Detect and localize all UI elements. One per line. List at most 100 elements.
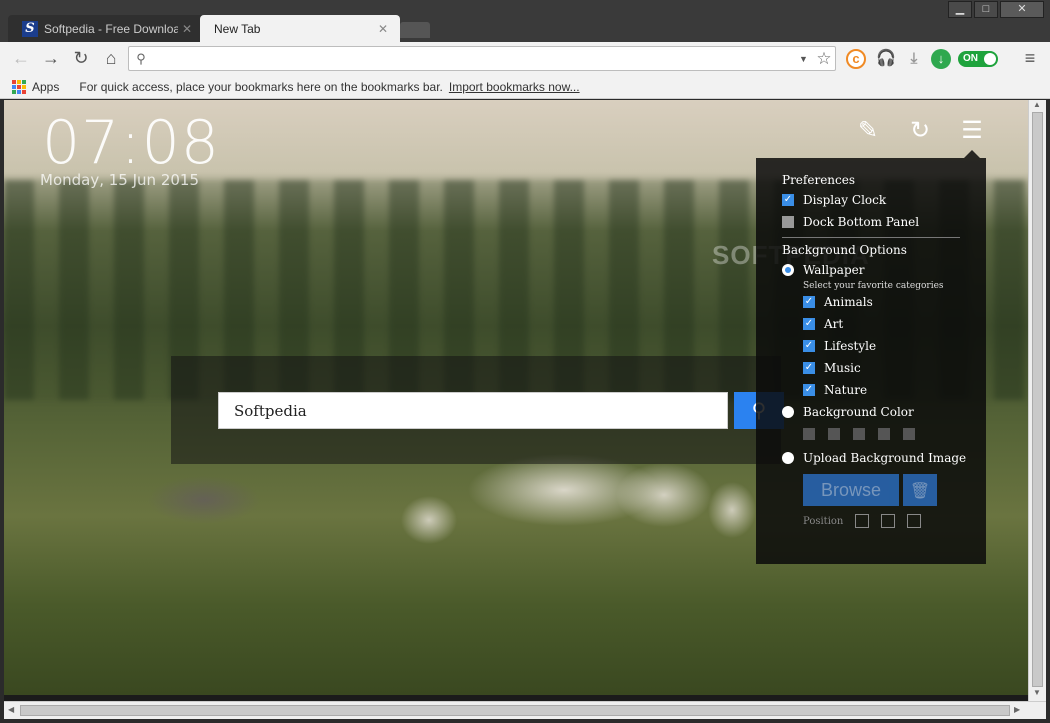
color-swatch[interactable] [878, 428, 890, 440]
option-label: Upload Background Image [803, 451, 967, 465]
category-label: Music [824, 361, 861, 375]
display-clock-option[interactable]: ✓ Display Clock [782, 193, 886, 207]
checkbox-checked-icon[interactable]: ✓ [803, 362, 815, 374]
preferences-heading: Preferences [782, 173, 856, 187]
wallpaper-radio[interactable]: Wallpaper [782, 263, 864, 277]
settings-panel: Preferences ✓ Display Clock Dock Bottom … [756, 150, 986, 564]
checkbox-checked-icon[interactable]: ✓ [803, 384, 815, 396]
vertical-scrollbar[interactable]: ▲ ▼ [1028, 100, 1046, 701]
browse-button[interactable]: Browse [803, 474, 899, 506]
minimize-button[interactable]: ▁ [948, 1, 972, 18]
checkbox-checked-icon[interactable]: ✓ [803, 296, 815, 308]
option-label: Dock Bottom Panel [803, 215, 920, 229]
headphones-icon[interactable]: 🎧 [876, 49, 896, 69]
category-lifestyle[interactable]: ✓ Lifestyle [803, 339, 876, 353]
color-swatch[interactable] [853, 428, 865, 440]
trash-icon: 🗑 [909, 480, 931, 500]
color-swatch[interactable] [903, 428, 915, 440]
extension-toggle[interactable]: ON [958, 51, 998, 67]
scroll-up-icon[interactable]: ▲ [1033, 100, 1041, 109]
apps-grid-icon[interactable] [12, 79, 26, 94]
dock-bottom-panel-option[interactable]: Dock Bottom Panel [782, 215, 919, 229]
scroll-right-icon[interactable]: ▶ [1014, 705, 1020, 714]
download-tray-icon[interactable]: ⤓ [904, 49, 924, 69]
color-swatch[interactable] [828, 428, 840, 440]
tab-close-icon[interactable]: ✕ [182, 22, 192, 36]
category-label: Lifestyle [824, 339, 877, 353]
checkbox-checked-icon[interactable]: ✓ [782, 194, 794, 206]
position-selector: Position [803, 514, 922, 528]
horizontal-scrollbar[interactable]: ◀ ▶ [4, 701, 1046, 719]
scroll-down-icon[interactable]: ▼ [1033, 688, 1041, 697]
category-nature[interactable]: ✓ Nature [803, 383, 867, 397]
background-options-heading: Background Options [782, 243, 907, 257]
extension-orange-icon[interactable]: c [846, 49, 866, 69]
background-color-radio[interactable]: Background Color [782, 405, 914, 419]
category-animals[interactable]: ✓ Animals [803, 295, 873, 309]
date-display: Monday, 15 Jun 2015 [40, 171, 199, 189]
position-fit-icon[interactable] [881, 514, 896, 528]
dropdown-arrow-icon[interactable]: ▼ [799, 54, 813, 64]
refresh-wallpaper-icon[interactable]: ↻ [904, 116, 936, 145]
categories-hint: Select your favorite categories [803, 281, 944, 291]
tab-title: Softpedia - Free Downloa [44, 21, 178, 36]
category-music[interactable]: ✓ Music [803, 361, 861, 375]
new-tab-page: 07:08 Monday, 15 Jun 2015 SOFTPEDIA ✎ ↻ … [4, 100, 1028, 695]
color-swatches [803, 428, 915, 440]
option-label: Wallpaper [803, 263, 865, 277]
clock-display: 07:08 [42, 108, 220, 178]
upload-background-radio[interactable]: Upload Background Image [782, 451, 966, 465]
radio-selected-icon[interactable] [782, 264, 794, 276]
chrome-menu-button[interactable]: ≡ [1018, 48, 1042, 70]
softpedia-favicon-icon: S [22, 20, 38, 37]
checkbox-checked-icon[interactable]: ✓ [803, 340, 815, 352]
tab-softpedia[interactable]: S Softpedia - Free Downloa ✕ [8, 15, 204, 42]
tab-close-icon[interactable]: ✕ [378, 22, 388, 36]
close-window-button[interactable]: ✕ [1000, 1, 1044, 18]
browser-toolbar: ← → ↻ ⌂ ⚲ ▼ ☆ c 🎧 ⤓ ↓ ON ≡ [0, 42, 1050, 75]
forward-button[interactable]: → [36, 46, 66, 72]
search-icon: ⚲ [136, 50, 146, 66]
bookmarks-message: For quick access, place your bookmarks h… [79, 79, 443, 94]
apps-link[interactable]: Apps [32, 80, 59, 94]
category-art[interactable]: ✓ Art [803, 317, 843, 331]
category-label: Art [824, 317, 844, 331]
search-input[interactable]: Softpedia [218, 392, 728, 429]
option-label: Display Clock [803, 193, 887, 207]
omnibox-input[interactable] [153, 48, 799, 69]
checkbox-checked-icon[interactable]: ✓ [803, 318, 815, 330]
address-bar[interactable]: ⚲ ▼ ☆ [128, 46, 836, 71]
delete-image-button[interactable]: 🗑 [903, 474, 937, 506]
new-tab-button[interactable] [400, 22, 430, 38]
scroll-left-icon[interactable]: ◀ [8, 705, 14, 714]
reload-icon: ↻ [73, 48, 89, 68]
category-label: Nature [824, 383, 868, 397]
back-button[interactable]: ← [6, 46, 36, 72]
radio-unselected-icon[interactable] [782, 406, 794, 418]
position-fill-icon[interactable] [855, 514, 870, 528]
window-frame [0, 719, 1050, 723]
maximize-button[interactable]: □ [974, 1, 998, 18]
settings-menu-icon[interactable]: ☰ [956, 116, 988, 145]
reload-button[interactable]: ↻ [66, 46, 96, 72]
import-bookmarks-link[interactable]: Import bookmarks now... [449, 80, 580, 94]
home-button[interactable]: ⌂ [96, 46, 126, 72]
hamburger-menu-icon: ≡ [1024, 48, 1036, 68]
radio-unselected-icon[interactable] [782, 452, 794, 464]
color-swatch[interactable] [803, 428, 815, 440]
option-label: Background Color [803, 405, 914, 419]
window-controls: ▁ □ ✕ [948, 1, 1044, 18]
top-right-controls: ✎ ↻ ☰ [852, 116, 988, 145]
green-download-icon[interactable]: ↓ [931, 49, 951, 69]
home-icon: ⌂ [105, 48, 117, 68]
checkbox-unchecked-icon[interactable] [782, 216, 794, 228]
position-tile-icon[interactable] [907, 514, 922, 528]
pin-icon[interactable]: ✎ [852, 116, 884, 145]
category-label: Animals [824, 295, 873, 309]
tab-new-tab[interactable]: New Tab ✕ [200, 15, 400, 42]
vertical-scroll-thumb[interactable] [1032, 112, 1043, 687]
title-bar: S Softpedia - Free Downloa ✕ New Tab ✕ ▁… [0, 0, 1050, 42]
bookmark-star-icon[interactable]: ☆ [813, 49, 835, 69]
horizontal-scroll-thumb[interactable] [20, 705, 1010, 716]
arrow-left-icon: ← [12, 48, 30, 68]
